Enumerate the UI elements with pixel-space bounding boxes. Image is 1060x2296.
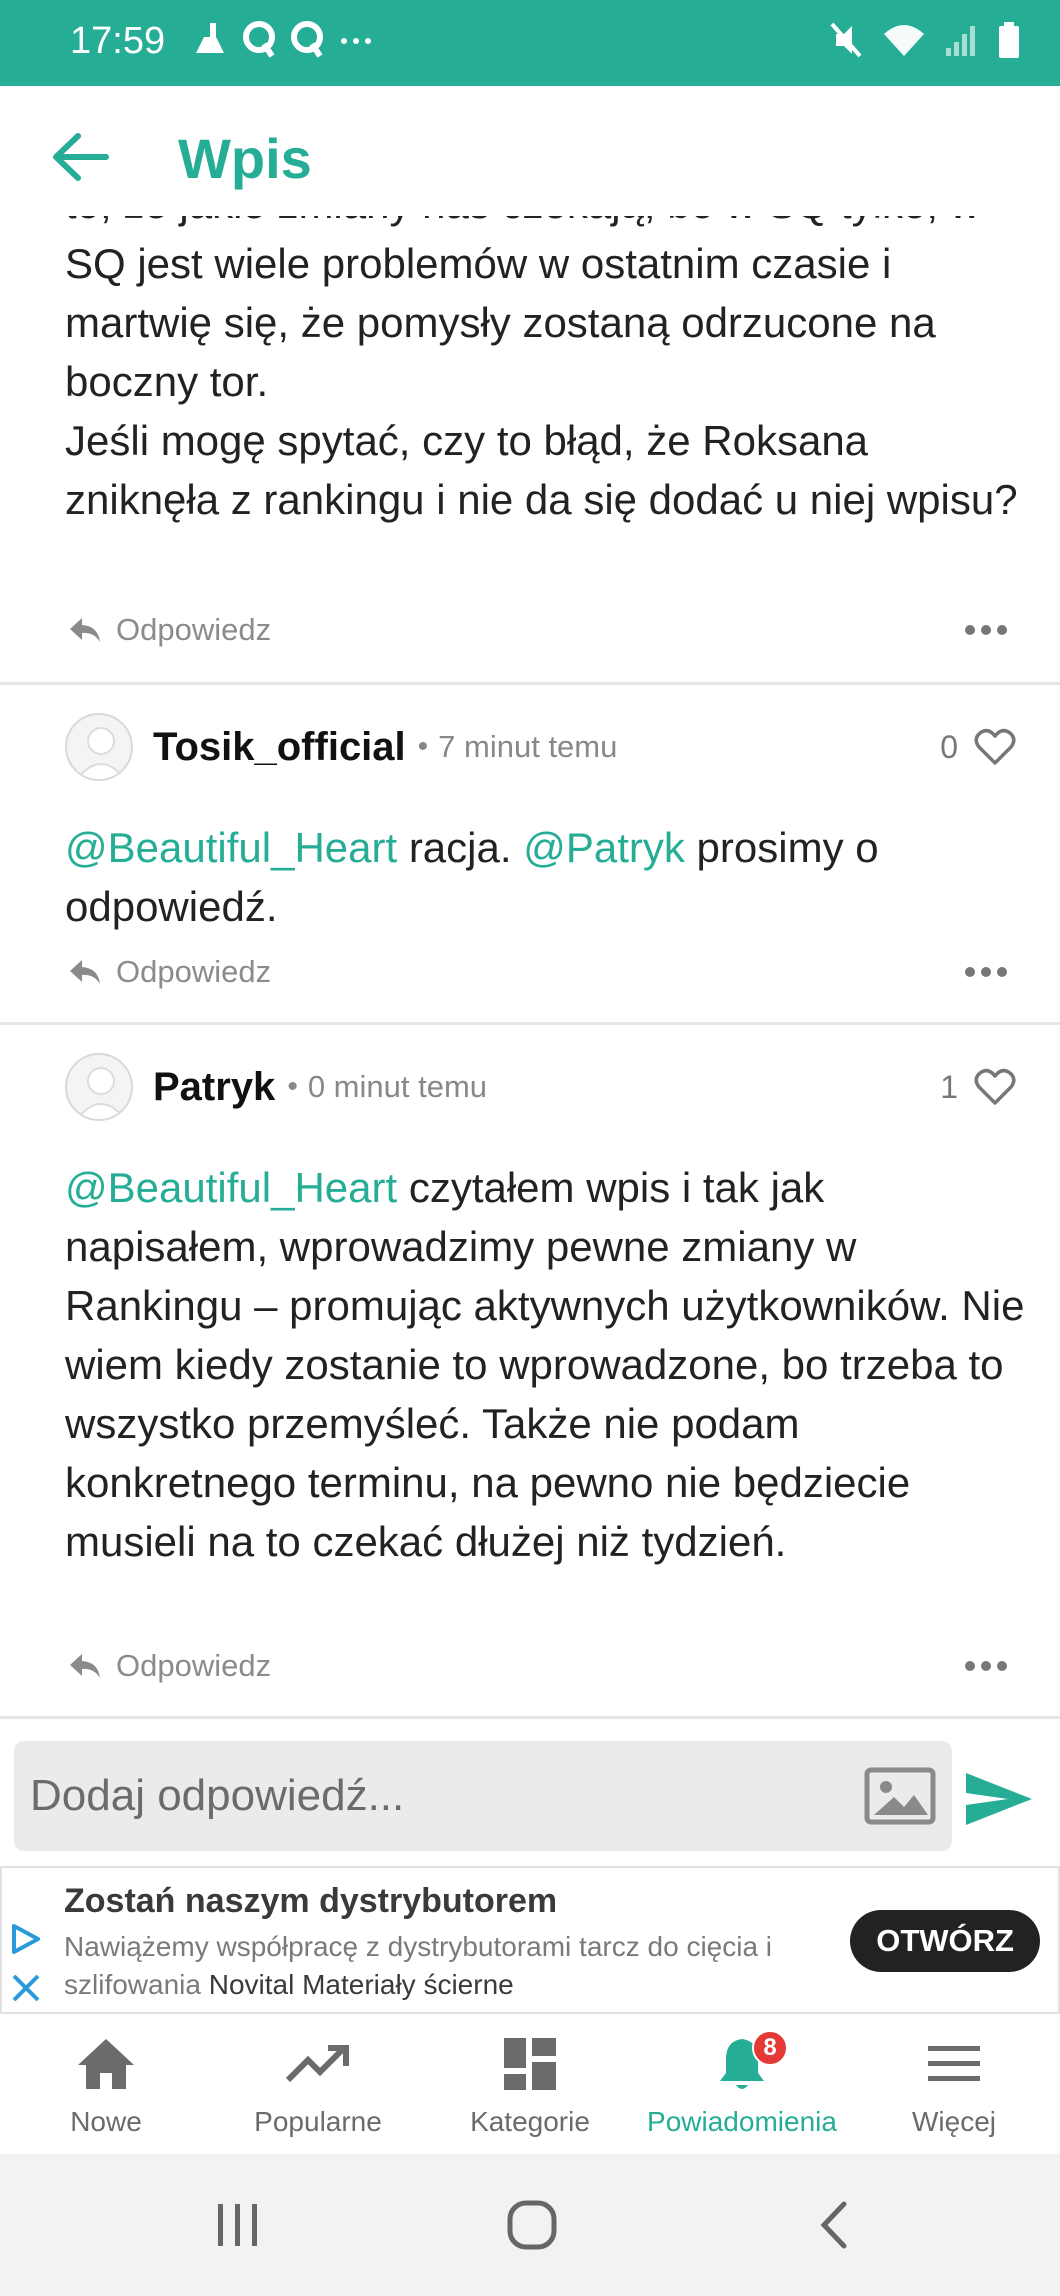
comment-header: Tosik_official • 7 minut temu (65, 712, 617, 782)
ad-description: Nawiążemy współpracę z dystrybutorami ta… (64, 1928, 834, 2004)
reply-button[interactable]: Odpowiedz (68, 608, 271, 652)
home-icon (78, 2039, 134, 2089)
chevron-left-icon (820, 2201, 847, 2249)
avatar[interactable] (65, 713, 133, 781)
page-title: Wpis (178, 127, 312, 190)
timestamp: 0 minut temu (307, 1069, 488, 1104)
reply-label: Odpowiedz (116, 954, 272, 989)
timestamp: 7 minut temu (438, 729, 618, 764)
wifi-icon (884, 25, 924, 56)
username[interactable]: Tosik_official (153, 725, 406, 770)
comment-text-part: czytałem wpis i tak jak napisałem, wprow… (65, 1164, 1025, 1565)
menu-icon (928, 2046, 980, 2081)
separator-dot: • (287, 1070, 298, 1103)
username[interactable]: Patryk (153, 1065, 275, 1110)
comment-text: SQ jest wiele problemów w ostatnim czasi… (65, 240, 1018, 523)
close-icon[interactable] (10, 1972, 42, 2004)
like-count: 1 (940, 1068, 958, 1105)
nav-label: Powiadomienia (647, 2106, 837, 2137)
nav-label: Kategorie (470, 2106, 590, 2137)
qq-icon (243, 21, 275, 58)
more-horizontal-icon (965, 625, 1007, 635)
bottom-navigation: Nowe Popularne Kategorie 8 Powiadomienia… (0, 2014, 1060, 2154)
dashboard-icon (504, 2038, 556, 2090)
nav-item-notifications[interactable]: 8 Powiadomienia (636, 2014, 848, 2154)
back-button[interactable] (50, 132, 114, 182)
system-navigation-bar (0, 2154, 1060, 2296)
app-bar: Wpis (0, 86, 1060, 216)
arrow-left-icon (53, 133, 109, 181)
status-bar: 17:59 (0, 0, 1060, 86)
more-options-button[interactable] (964, 950, 1008, 994)
send-icon (966, 1773, 1032, 1825)
ad-brand: Novital Materiały ścierne (208, 1969, 514, 2000)
more-dots-icon (341, 38, 371, 44)
ad-title: Zostań naszym dystrybutorem (64, 1882, 558, 1920)
comment-text: @Beautiful_Heart czytałem wpis i tak jak… (65, 1158, 1025, 1571)
like-button[interactable]: 0 (940, 712, 1016, 782)
send-button[interactable] (964, 1769, 1034, 1829)
nav-label: Więcej (911, 2106, 996, 2137)
status-right-icons (828, 20, 1020, 60)
recent-apps-button[interactable] (208, 2192, 268, 2258)
home-circle-icon (507, 2200, 557, 2250)
reply-label: Odpowiedz (116, 612, 272, 647)
like-button[interactable]: 1 (940, 1052, 1016, 1122)
image-icon (864, 1767, 936, 1825)
home-system-button[interactable] (502, 2192, 562, 2258)
status-time: 17:59 (70, 20, 166, 62)
more-horizontal-icon (965, 967, 1007, 977)
reply-icon (70, 960, 100, 984)
notification-badge: 8 (752, 2030, 788, 2066)
mention-link[interactable]: @Beautiful_Heart (65, 824, 397, 871)
nav-label: Nowe (70, 2106, 142, 2137)
signal-icon (946, 26, 975, 56)
reply-input[interactable]: Dodaj odpowiedź... (14, 1741, 952, 1851)
heart-icon (974, 1068, 1016, 1105)
nav-item-new[interactable]: Nowe (0, 2014, 212, 2154)
comment-header: Patryk • 0 minut temu (65, 1052, 487, 1122)
more-options-button[interactable] (964, 608, 1008, 652)
nav-item-more[interactable]: Więcej (848, 2014, 1060, 2154)
partially-hidden-text: to, że jakie zmiany nas czekają, bo w SQ… (65, 216, 1025, 233)
trending-icon (286, 2045, 349, 2083)
mention-link[interactable]: @Beautiful_Heart (65, 1164, 397, 1211)
status-left-icons (190, 18, 376, 60)
reply-input-placeholder: Dodaj odpowiedź... (30, 1771, 405, 1820)
qq-icon (291, 21, 323, 58)
nav-label: Popularne (254, 2106, 382, 2137)
heart-icon (974, 728, 1016, 765)
comment-text-part: racja. (397, 824, 524, 871)
mention-link[interactable]: @Patryk (523, 824, 685, 871)
separator-dot: • (417, 730, 429, 763)
nav-item-popular[interactable]: Popularne (212, 2014, 424, 2154)
avatar[interactable] (65, 1053, 133, 1121)
reply-button[interactable]: Odpowiedz (68, 1644, 271, 1688)
back-system-button[interactable] (808, 2192, 858, 2258)
attach-image-button[interactable] (864, 1767, 936, 1825)
like-count: 0 (940, 728, 958, 765)
mute-icon (830, 22, 862, 58)
reply-compose-bar: Dodaj odpowiedź... (0, 1716, 1060, 1866)
battery-icon (999, 22, 1019, 58)
divider (0, 1022, 1060, 1025)
more-horizontal-icon (965, 1661, 1007, 1671)
comments-list[interactable]: to, że jakie zmiany nas czekają, bo w SQ… (0, 216, 1060, 1716)
ad-open-button[interactable]: OTWÓRZ (850, 1910, 1040, 1972)
reply-icon (70, 1654, 100, 1678)
user-placeholder-icon (76, 1067, 126, 1119)
user-placeholder-icon (76, 727, 126, 779)
ad-choices-icon[interactable] (8, 1922, 42, 1956)
reply-button[interactable]: Odpowiedz (68, 950, 271, 994)
cleaner-icon (196, 23, 224, 53)
divider (0, 682, 1060, 685)
more-options-button[interactable] (964, 1644, 1008, 1688)
reply-label: Odpowiedz (116, 1648, 272, 1683)
recent-apps-icon (218, 2204, 257, 2246)
nav-item-categories[interactable]: Kategorie (424, 2014, 636, 2154)
comment-text: @Beautiful_Heart racja. @Patryk prosimy … (65, 818, 1025, 936)
ad-banner[interactable]: Zostań naszym dystrybutorem Nawiążemy ws… (0, 1866, 1060, 2014)
reply-icon (70, 618, 100, 642)
